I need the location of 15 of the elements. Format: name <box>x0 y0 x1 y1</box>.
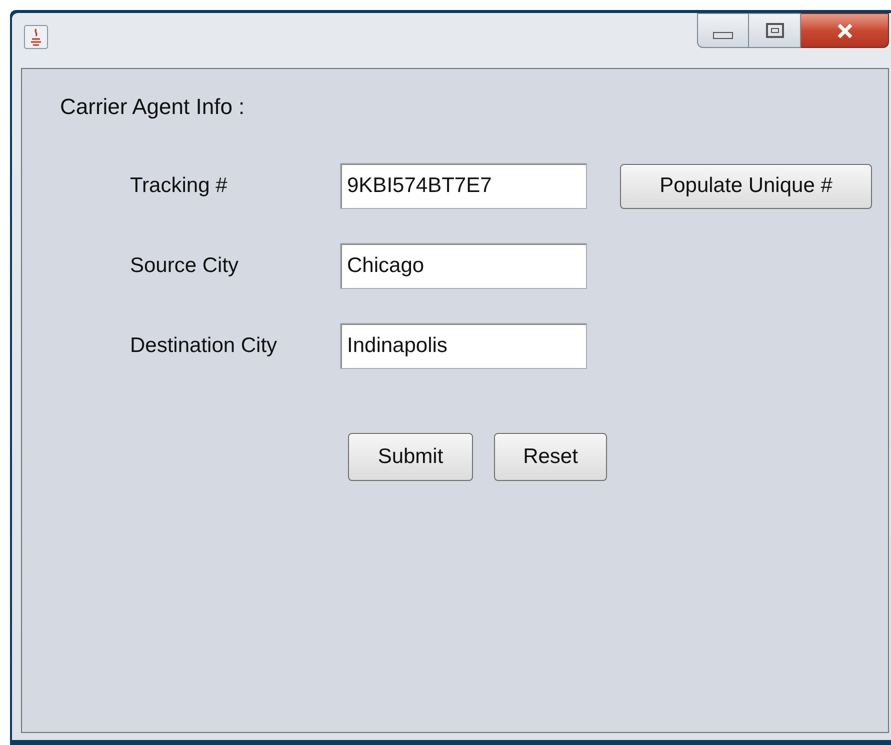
text-field[interactable]: Chicago <box>340 243 587 289</box>
maximize-button[interactable] <box>749 13 801 48</box>
minimize-button[interactable] <box>697 13 749 48</box>
action-button[interactable]: Submit <box>348 433 473 481</box>
close-button[interactable] <box>801 13 889 48</box>
field-label: Tracking # <box>130 174 228 198</box>
text-field[interactable]: Indinapolis <box>340 323 587 369</box>
populate-button[interactable]: Populate Unique # <box>620 164 872 208</box>
field-label: Destination City <box>130 334 278 358</box>
section-title: Carrier Agent Info : <box>60 95 245 119</box>
close-icon <box>836 22 854 38</box>
text-field[interactable]: 9KBI574BT7E7 <box>340 163 587 209</box>
action-button[interactable]: Reset <box>494 433 607 481</box>
app-icon[interactable] <box>24 25 48 49</box>
field-label: Source City <box>130 254 239 278</box>
